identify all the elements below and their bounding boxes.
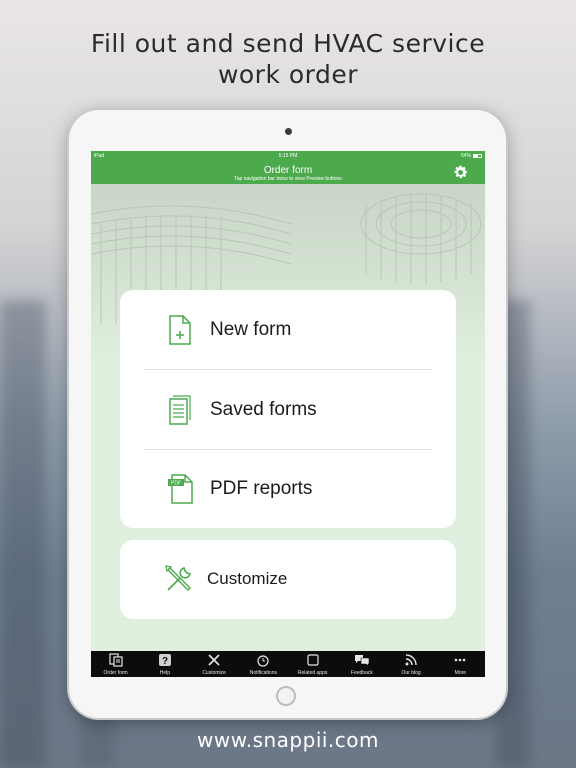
saved-forms-label: Saved forms <box>210 398 317 420</box>
tab-label: Order form <box>103 670 128 676</box>
tab-related-apps[interactable]: Related apps <box>288 651 337 677</box>
status-right: 64% <box>461 153 482 159</box>
tab-order-form[interactable]: Order form <box>91 651 140 677</box>
new-form-label: New form <box>210 318 292 340</box>
tab-help[interactable]: ? Help <box>140 651 189 677</box>
gear-icon[interactable] <box>452 164 469 181</box>
tab-label: Related apps <box>297 670 328 676</box>
pdf-document-icon: PDF <box>168 473 193 504</box>
pdf-reports-item[interactable]: PDF PDF reports <box>120 449 456 528</box>
related-apps-icon <box>307 654 319 666</box>
saved-documents-icon <box>169 394 191 425</box>
promo-headline: Fill out and send HVAC service work orde… <box>0 28 576 90</box>
customize-card[interactable]: Customize <box>120 540 456 619</box>
footer-url: www.snappii.com <box>196 728 380 752</box>
app-screen: iPad 5:15 PM 64% Order form Tap navigati… <box>91 151 485 677</box>
nav-subtitle: Tap navigation bar twice to view Preview… <box>234 176 342 182</box>
notifications-icon <box>257 655 269 667</box>
svg-text:PDF: PDF <box>171 480 181 486</box>
status-time: 5:15 PM <box>278 153 298 159</box>
pdf-reports-label: PDF reports <box>210 477 313 499</box>
saved-forms-item[interactable]: Saved forms <box>120 370 456 449</box>
tab-our-blog[interactable]: Our blog <box>387 651 436 677</box>
main-menu-card: New form Saved forms PDF PDF reports <box>120 290 456 528</box>
new-form-item[interactable]: New form <box>120 290 456 369</box>
tab-label: Feedback <box>350 670 373 676</box>
more-icon <box>455 658 466 662</box>
tab-feedback[interactable]: Feedback <box>337 651 386 677</box>
tools-icon <box>165 565 191 591</box>
feedback-icon <box>354 655 370 667</box>
navigation-bar[interactable]: Order form Tap navigation bar twice to v… <box>91 161 485 184</box>
tab-label: Customize <box>202 670 226 676</box>
headline-line-2: work order <box>217 60 359 89</box>
svg-text:?: ? <box>162 656 168 667</box>
camera-icon <box>285 128 292 135</box>
battery-icon <box>473 154 482 158</box>
order-form-icon <box>109 653 123 667</box>
customize-label: Customize <box>207 569 288 588</box>
tab-notifications[interactable]: Notifications <box>239 651 288 677</box>
status-battery-text: 64% <box>460 153 471 159</box>
headline-line-1: Fill out and send HVAC service <box>90 29 486 58</box>
bottom-tab-bar: Order form ? Help Customize Notification… <box>91 651 485 677</box>
tab-label: Help <box>159 670 171 676</box>
nav-title: Order form <box>263 165 313 176</box>
tab-label: Our blog <box>401 670 421 676</box>
tab-label: More <box>454 670 467 676</box>
tab-more[interactable]: More <box>436 651 485 677</box>
status-bar: iPad 5:15 PM 64% <box>91 151 485 161</box>
tab-customize[interactable]: Customize <box>190 651 239 677</box>
tab-label: Notifications <box>249 670 277 676</box>
help-icon: ? <box>158 654 171 667</box>
tools-icon <box>208 654 220 666</box>
rss-icon <box>405 654 417 666</box>
new-document-icon <box>169 314 191 345</box>
home-button[interactable] <box>276 686 296 706</box>
